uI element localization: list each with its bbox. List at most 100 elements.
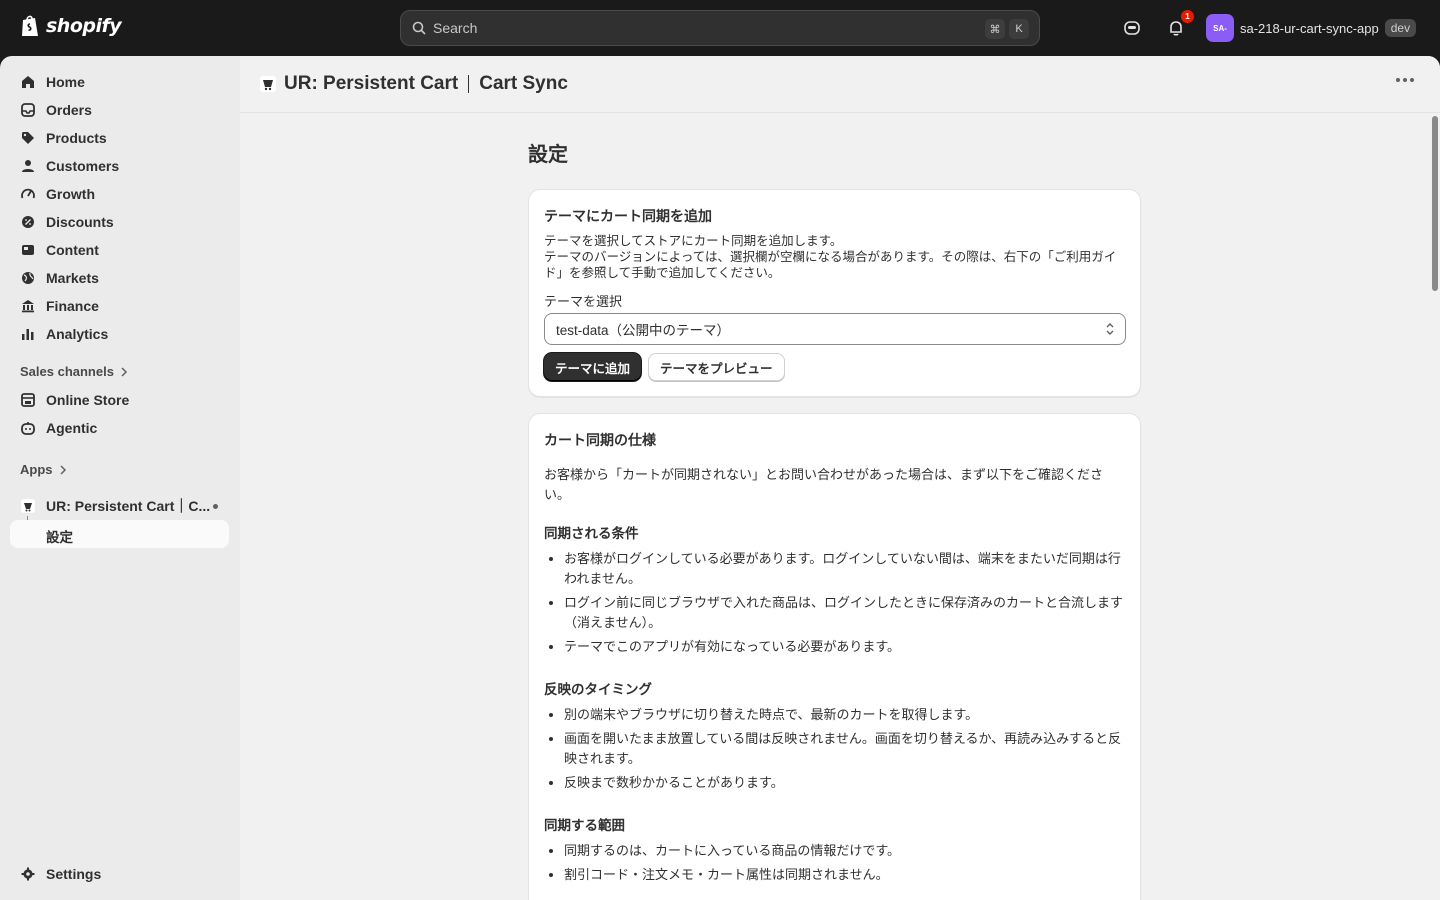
- search-input[interactable]: Search ⌘ K: [400, 10, 1040, 46]
- gauge-icon: [20, 186, 36, 202]
- sidebar-item-label: Agentic: [46, 420, 98, 436]
- select-arrows-icon: [1106, 323, 1114, 335]
- title-divider: [468, 75, 470, 93]
- section-title: 反映のタイミング: [544, 682, 652, 697]
- shortcut-k-key: K: [1009, 19, 1029, 39]
- sidebar-item-discounts[interactable]: Discounts: [10, 208, 230, 236]
- card-description-1: テーマを選択してストアにカート同期を追加します。: [544, 234, 843, 248]
- globe-icon: [20, 270, 36, 286]
- preview-theme-button[interactable]: テーマをプレビュー: [648, 353, 785, 381]
- sidekick-button[interactable]: [1120, 16, 1144, 40]
- add-to-theme-button[interactable]: テーマに追加: [544, 353, 642, 381]
- shopify-logo[interactable]: shopify: [20, 14, 122, 38]
- store-icon: [20, 392, 36, 408]
- apps-label: Apps: [20, 462, 53, 477]
- sidebar: Home Orders Products Customers Growth Di…: [0, 56, 240, 900]
- more-dot-icon: [1403, 78, 1407, 82]
- bullet-list: お客様がログインしている必要があります。ログインしていない間は、端末をまたいだ同…: [564, 549, 1124, 661]
- card-heading: テーマにカート同期を追加: [544, 208, 712, 224]
- list-item: 反映まで数秒かかることがあります。: [564, 773, 1124, 793]
- notification-badge: 1: [1181, 10, 1194, 23]
- app-subtitle: Cart Sync: [479, 73, 568, 94]
- tag-icon: [20, 130, 36, 146]
- sidebar-item-growth[interactable]: Growth: [10, 180, 230, 208]
- list-item: お客様がログインしている必要があります。ログインしていない間は、端末をまたいだ同…: [564, 549, 1124, 589]
- sidebar-item-agentic[interactable]: Agentic: [10, 414, 230, 442]
- sidebar-item-label: Analytics: [46, 326, 109, 342]
- sidebar-item-analytics[interactable]: Analytics: [10, 320, 230, 348]
- store-avatar: SA-: [1206, 14, 1234, 42]
- sidebar-item-app[interactable]: UR: Persistent Cart｜C...: [10, 492, 230, 520]
- chevron-right-icon: [121, 366, 128, 377]
- section-title: 同期する範囲: [544, 818, 625, 833]
- logo-text: shopify: [46, 15, 122, 37]
- store-switcher[interactable]: SA- sa-218-ur-cart-sync-app dev: [1206, 14, 1417, 42]
- sidebar-item-markets[interactable]: Markets: [10, 264, 230, 292]
- sidebar-item-home[interactable]: Home: [10, 68, 230, 96]
- chevron-right-icon: [59, 464, 66, 475]
- notifications-button[interactable]: 1: [1164, 10, 1194, 40]
- sales-channels-header[interactable]: Sales channels: [20, 364, 128, 379]
- theme-select-value: test-data（公開中のテーマ）: [556, 323, 731, 338]
- app-header: UR: Persistent Cart Cart Sync: [240, 56, 1440, 113]
- discount-icon: [20, 214, 36, 230]
- sidebar-item-finance[interactable]: Finance: [10, 292, 230, 320]
- sidebar-item-label: Customers: [46, 158, 120, 174]
- sidebar-item-customers[interactable]: Customers: [10, 152, 230, 180]
- list-item: ログイン前に同じブラウザで入れた商品は、ログインしたときに保存済みのカートと合流…: [564, 593, 1124, 633]
- sidebar-subitem-settings[interactable]: 設定: [10, 520, 229, 548]
- bullet-list: 別の端末やブラウザに切り替えた時点で、最新のカートを取得します。 画面を開いたま…: [564, 705, 1124, 797]
- sidebar-item-label: Orders: [46, 102, 92, 118]
- bell-icon: [1170, 21, 1182, 36]
- app-logo-icon: [260, 76, 276, 92]
- sidebar-subitem-label: 設定: [46, 530, 73, 545]
- apps-header[interactable]: Apps: [20, 462, 67, 477]
- app-name: UR: Persistent Cart: [284, 73, 459, 94]
- bar-chart-icon: [20, 326, 36, 342]
- page-title: 設定: [528, 144, 568, 166]
- sales-channels-label: Sales channels: [20, 364, 114, 379]
- sidebar-item-online-store[interactable]: Online Store: [10, 386, 230, 414]
- shortcut-cmd-key: ⌘: [985, 19, 1005, 39]
- sidebar-item-label: Markets: [46, 270, 99, 286]
- sidekick-icon: [1124, 21, 1140, 35]
- bullet-list: 同期するのは、カートに入っている商品の情報だけです。 割引コード・注文メモ・カー…: [564, 841, 1124, 889]
- sidebar-item-label: Home: [46, 74, 85, 90]
- section-title: 同期される条件: [544, 526, 639, 541]
- scrollbar-thumb[interactable]: [1432, 116, 1438, 291]
- pin-dot-icon[interactable]: [213, 503, 218, 509]
- list-item: 別の端末やブラウザに切り替えた時点で、最新のカートを取得します。: [564, 705, 1124, 725]
- main-content: UR: Persistent Cart Cart Sync 設定 テーマにカート…: [240, 56, 1440, 900]
- list-item: 同期するのは、カートに入っている商品の情報だけです。: [564, 841, 1124, 861]
- agent-icon: [20, 420, 36, 436]
- more-dot-icon: [1396, 78, 1400, 82]
- sidebar-item-label: Content: [46, 242, 99, 258]
- more-actions-button[interactable]: [1396, 78, 1414, 82]
- home-icon: [20, 74, 36, 90]
- app-title: UR: Persistent Cart Cart Sync: [260, 73, 568, 95]
- search-icon: [412, 21, 426, 35]
- sidebar-item-products[interactable]: Products: [10, 124, 230, 152]
- content-icon: [20, 242, 36, 258]
- list-item: テーマでこのアプリが有効になっている必要があります。: [564, 637, 1124, 657]
- cart-sync-spec-card: カート同期の仕様 お客様から「カートが同期されない」とお問い合わせがあった場合は…: [528, 413, 1141, 900]
- card-heading: カート同期の仕様: [544, 432, 656, 448]
- sidebar-item-orders[interactable]: Orders: [10, 96, 230, 124]
- list-item: 画面を開いたまま放置している間は反映されません。画面を切り替えるか、再読み込みす…: [564, 729, 1124, 769]
- theme-select[interactable]: test-data（公開中のテーマ）: [544, 313, 1126, 345]
- card-intro: お客様から「カートが同期されない」とお問い合わせがあった場合は、まず以下をご確認…: [544, 467, 1104, 502]
- bank-icon: [20, 298, 36, 314]
- gear-icon: [20, 866, 36, 882]
- env-tag: dev: [1384, 19, 1417, 37]
- add-to-theme-card: テーマにカート同期を追加 テーマを選択してストアにカート同期を追加します。 テー…: [528, 189, 1141, 397]
- sidebar-item-settings[interactable]: Settings: [10, 860, 230, 888]
- sidebar-item-label: UR: Persistent Cart｜C...: [46, 498, 211, 514]
- sidebar-item-content[interactable]: Content: [10, 236, 230, 264]
- more-dot-icon: [1410, 78, 1414, 82]
- app-logo-icon: [20, 498, 36, 514]
- shopify-bag-icon: [22, 15, 38, 36]
- person-icon: [20, 158, 36, 174]
- sidebar-item-label: Settings: [46, 866, 102, 882]
- search-placeholder: Search: [433, 20, 478, 36]
- theme-select-label: テーマを選択: [544, 294, 623, 309]
